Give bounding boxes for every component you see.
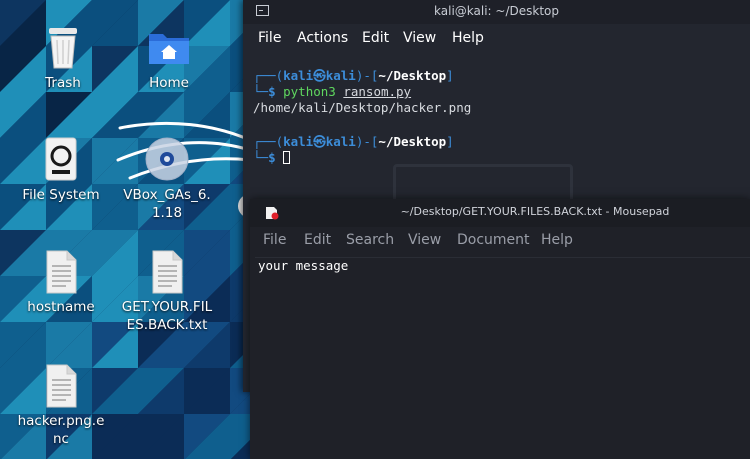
desktop-icon-label: VBox_GAs_6.1.18 xyxy=(123,187,211,221)
desktop-icon-trash[interactable]: Trash xyxy=(15,24,111,92)
terminal-menubar: File Actions Edit View Help xyxy=(243,24,750,52)
trash-icon xyxy=(49,28,77,69)
mousepad-menubar: File Edit Search View Document Help xyxy=(250,227,750,255)
command-output: /home/kali/Desktop/hacker.png xyxy=(253,100,472,115)
prompt-at: ㉿ xyxy=(313,134,326,149)
desktop-icon-label: Home xyxy=(149,75,189,91)
mousepad-menu-help[interactable]: Help xyxy=(541,232,573,248)
prompt-host: kali xyxy=(325,68,356,83)
mousepad-title: ~/Desktop/GET.YOUR.FILES.BACK.txt - Mous… xyxy=(400,205,670,218)
command-line: └─$ python3 ransom.py xyxy=(253,84,412,99)
terminal-menu-file[interactable]: File xyxy=(258,30,281,46)
drive-icon xyxy=(45,137,77,181)
text-file-icon xyxy=(46,250,77,294)
desktop-icon-vbox-gas[interactable]: VBox_GAs_6.1.18 xyxy=(119,136,215,222)
prompt-dir: ~/Desktop xyxy=(378,134,447,149)
command-arg: ransom.py xyxy=(343,84,412,99)
mousepad-window[interactable]: ~/Desktop/GET.YOUR.FILES.BACK.txt - Mous… xyxy=(250,199,750,459)
desktop-icon-file-system[interactable]: File System xyxy=(13,136,109,204)
terminal-title: kali@kali: ~/Desktop xyxy=(434,4,559,18)
prompt-user: kali xyxy=(283,134,314,149)
mousepad-menu-file[interactable]: File xyxy=(263,232,286,248)
prompt-host: kali xyxy=(325,134,356,149)
terminal-menu-view[interactable]: View xyxy=(403,30,436,46)
terminal-menu-edit[interactable]: Edit xyxy=(362,30,389,46)
desktop-icon-label: Trash xyxy=(45,75,81,91)
mousepad-editor[interactable]: your message xyxy=(255,257,750,459)
prompt-line: ┌──(kali㉿kali)-[~/Desktop] xyxy=(253,134,454,149)
desktop-icon-label: GET.YOUR.FILES.BACK.txt xyxy=(121,299,213,333)
text-file-icon xyxy=(152,250,183,294)
terminal-menu-actions[interactable]: Actions xyxy=(297,30,348,46)
prompt-at: ㉿ xyxy=(313,68,326,83)
mousepad-menu-search[interactable]: Search xyxy=(346,232,394,248)
command-name: python3 xyxy=(283,84,336,99)
terminal-titlebar[interactable]: kali@kali: ~/Desktop xyxy=(243,0,750,24)
prompt-line: ┌──(kali㉿kali)-[~/Desktop] xyxy=(253,68,454,83)
prompt-user: kali xyxy=(283,68,314,83)
mousepad-menu-document[interactable]: Document xyxy=(457,232,530,248)
editor-content[interactable]: your message xyxy=(258,258,348,274)
mousepad-menu-view[interactable]: View xyxy=(408,232,441,248)
optical-disc-icon xyxy=(145,137,189,181)
desktop-icon-label: File System xyxy=(22,187,100,203)
desktop-icon-encrypted-file[interactable]: hacker.png.enc xyxy=(13,364,109,448)
prompt-dir: ~/Desktop xyxy=(378,68,447,83)
desktop-icon-ransom-note[interactable]: GET.YOUR.FILES.BACK.txt xyxy=(119,250,215,334)
text-file-icon xyxy=(46,364,77,408)
desktop-icon-label: hostname xyxy=(27,299,95,315)
mousepad-menu-edit[interactable]: Edit xyxy=(304,232,331,248)
desktop-icon-label: hacker.png.enc xyxy=(17,413,105,447)
prompt-symbol: $ xyxy=(268,150,276,165)
command-line[interactable]: └─$ xyxy=(253,150,291,166)
prompt-symbol: $ xyxy=(268,84,276,99)
mousepad-titlebar[interactable]: ~/Desktop/GET.YOUR.FILES.BACK.txt - Mous… xyxy=(250,199,750,227)
desktop-icon-home[interactable]: Home xyxy=(121,24,217,92)
desktop-icon-hostname[interactable]: hostname xyxy=(13,250,109,316)
home-folder-icon xyxy=(149,34,189,64)
text-cursor xyxy=(283,151,291,164)
terminal-menu-help[interactable]: Help xyxy=(452,30,484,46)
